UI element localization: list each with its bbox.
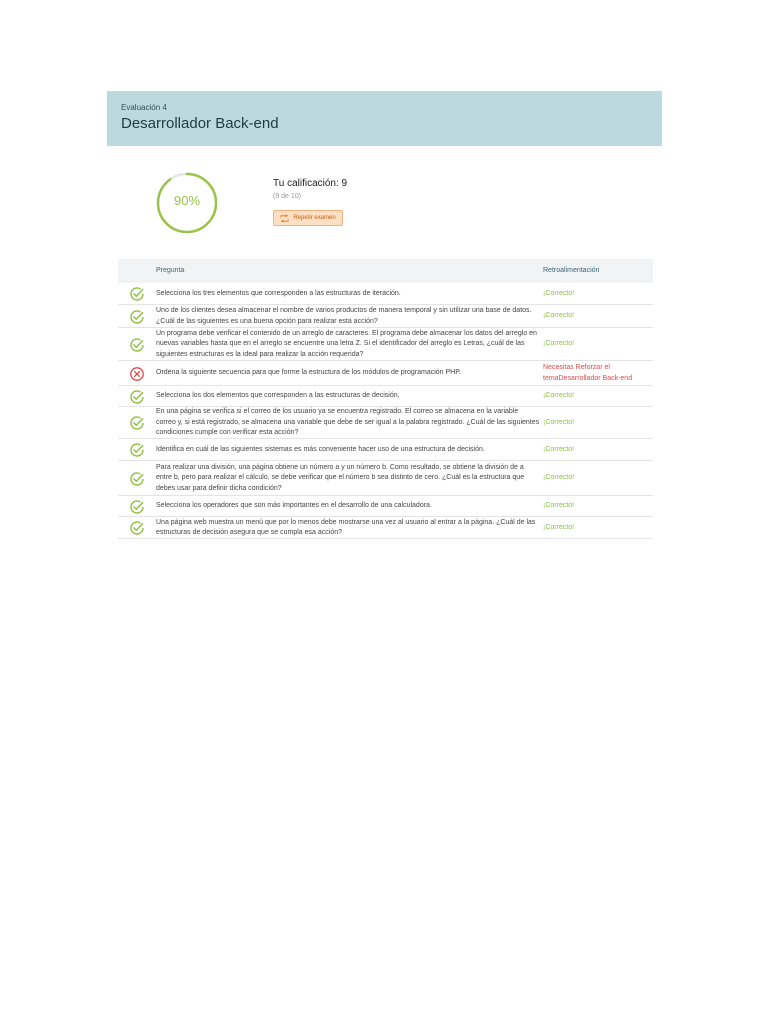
question-text: Uno de los clientes desea almacenar el n…: [156, 307, 532, 325]
table-row: Una página web muestra un menú que por l…: [118, 517, 653, 539]
feedback-correct: ¡Correcto!: [543, 445, 575, 453]
feedback-correct: ¡Correcto!: [543, 289, 575, 297]
table-row: En una página se verifica si el correo d…: [118, 407, 653, 439]
question-text: Una página web muestra un menú que por l…: [156, 518, 536, 537]
check-circle-icon: [130, 389, 144, 404]
page-title: Desarrollador Back-end: [121, 115, 279, 132]
score-percent: 90%: [173, 193, 201, 208]
grade-subtitle: (9 de 10): [273, 193, 302, 200]
table-row: Para realizar una división, una página o…: [118, 461, 653, 496]
check-circle-icon: [130, 499, 144, 514]
repeat-icon: [280, 213, 289, 223]
feedback-correct: ¡Correcto!: [543, 312, 575, 320]
check-circle-icon: [130, 521, 144, 535]
question-text: Para realizar una división, una página o…: [156, 463, 525, 492]
table-row: Ordena la siguiente secuencia para que f…: [118, 361, 653, 386]
question-text: En una página se verifica si el correo d…: [156, 408, 540, 437]
feedback-correct: ¡Correcto!: [543, 523, 575, 531]
table-row: Selecciona los operadores que son más im…: [118, 496, 653, 517]
check-circle-icon: [130, 287, 144, 301]
question-text: Identifica en cuál de las siguientes sis…: [156, 445, 485, 453]
check-circle-icon: [130, 416, 144, 430]
feedback-correct: ¡Correcto!: [543, 474, 575, 482]
question-text: Selecciona los dos elementos que corresp…: [156, 392, 400, 400]
question-text: Un programa debe verificar el contenido …: [156, 329, 537, 358]
column-header-question: Pregunta: [156, 267, 185, 274]
feedback-reinforce: Necesitas Reforzar el temaDesarrollador …: [543, 364, 633, 382]
table-row: Identifica en cuál de las siguientes sis…: [118, 439, 653, 461]
check-circle-icon: [130, 337, 144, 352]
feedback-correct: ¡Correcto!: [543, 340, 575, 348]
table-row: Selecciona los dos elementos que corresp…: [118, 386, 653, 407]
retry-exam-label: Repetir examen: [293, 215, 336, 221]
check-circle-icon: [130, 471, 144, 486]
check-circle-icon: [130, 309, 144, 324]
results-table: Pregunta Retroalimentación Selecciona lo…: [118, 259, 653, 539]
retry-exam-button[interactable]: Repetir examen: [273, 210, 343, 226]
feedback-correct: ¡Correcto!: [543, 418, 575, 426]
question-text: Selecciona los operadores que son más im…: [156, 502, 432, 510]
table-row: Un programa debe verificar el contenido …: [118, 328, 653, 361]
table-row: Uno de los clientes desea almacenar el n…: [118, 305, 653, 328]
results-table-header: Pregunta Retroalimentación: [118, 259, 653, 283]
x-circle-icon: [130, 366, 144, 381]
question-text: Ordena la siguiente secuencia para que f…: [156, 369, 461, 377]
question-text: Selecciona los tres elementos que corres…: [156, 289, 401, 297]
grade-title: Tu calificación: 9: [273, 178, 348, 189]
score-ring: 90%: [155, 171, 219, 235]
table-row: Selecciona los tres elementos que corres…: [118, 283, 653, 305]
check-circle-icon: [130, 443, 144, 457]
column-header-feedback: Retroalimentación: [543, 267, 600, 274]
evaluation-kicker: Evaluación 4: [121, 103, 167, 112]
feedback-correct: ¡Correcto!: [543, 502, 575, 510]
feedback-correct: ¡Correcto!: [543, 392, 575, 400]
evaluation-header: Evaluación 4 Desarrollador Back-end: [107, 91, 662, 146]
